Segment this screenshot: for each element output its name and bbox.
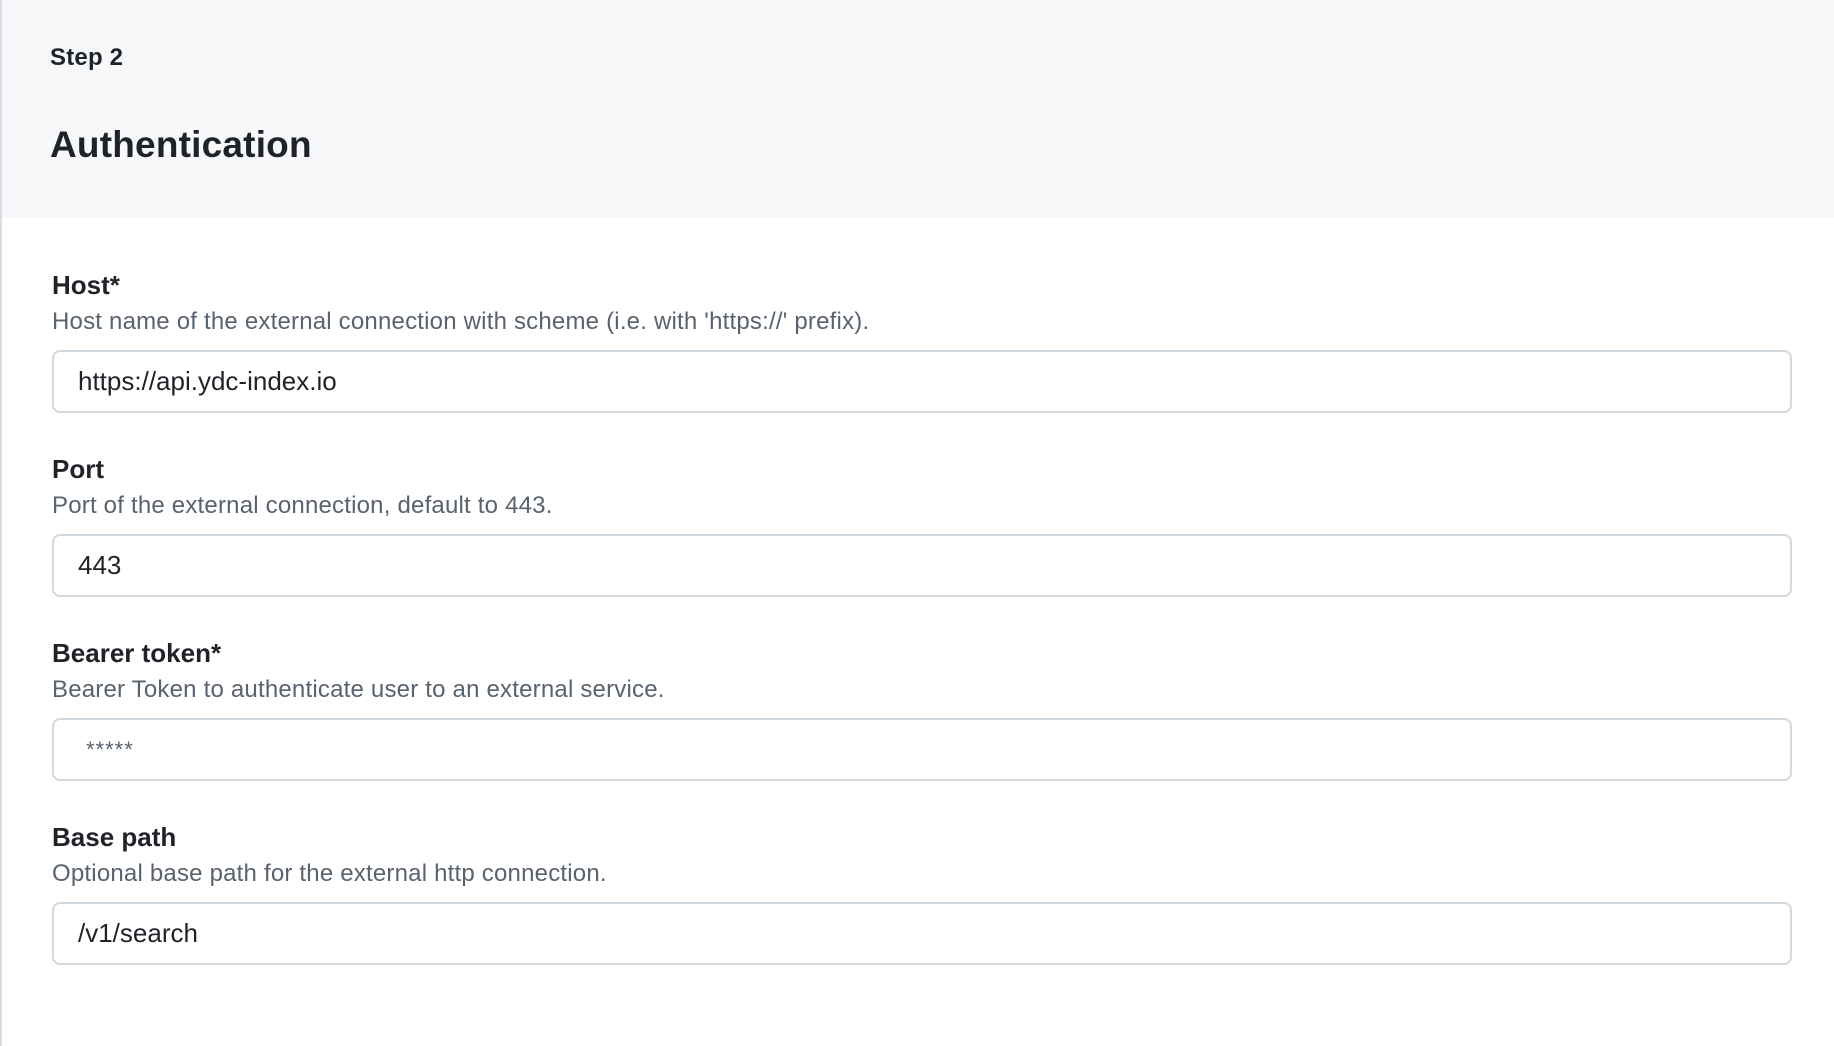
port-help-text: Port of the external connection, default…: [52, 492, 553, 519]
step-label: Step 2: [50, 44, 124, 71]
bearer-token-input[interactable]: [52, 718, 1792, 781]
authentication-step-panel: Step 2 Authentication Host* Host name of…: [0, 0, 1834, 1046]
page-title: Authentication: [50, 124, 312, 165]
host-help-text: Host name of the external connection wit…: [52, 308, 870, 335]
base-path-label: Base path: [52, 822, 177, 852]
base-path-help-text: Optional base path for the external http…: [52, 860, 607, 887]
bearer-token-help-text: Bearer Token to authenticate user to an …: [52, 676, 665, 703]
port-label: Port: [52, 454, 104, 484]
host-input[interactable]: [52, 350, 1792, 413]
base-path-input[interactable]: [52, 902, 1792, 965]
step-header: Step 2 Authentication: [2, 0, 1834, 218]
port-input[interactable]: [52, 534, 1792, 597]
host-label: Host*: [52, 270, 120, 300]
bearer-token-label: Bearer token*: [52, 638, 222, 668]
